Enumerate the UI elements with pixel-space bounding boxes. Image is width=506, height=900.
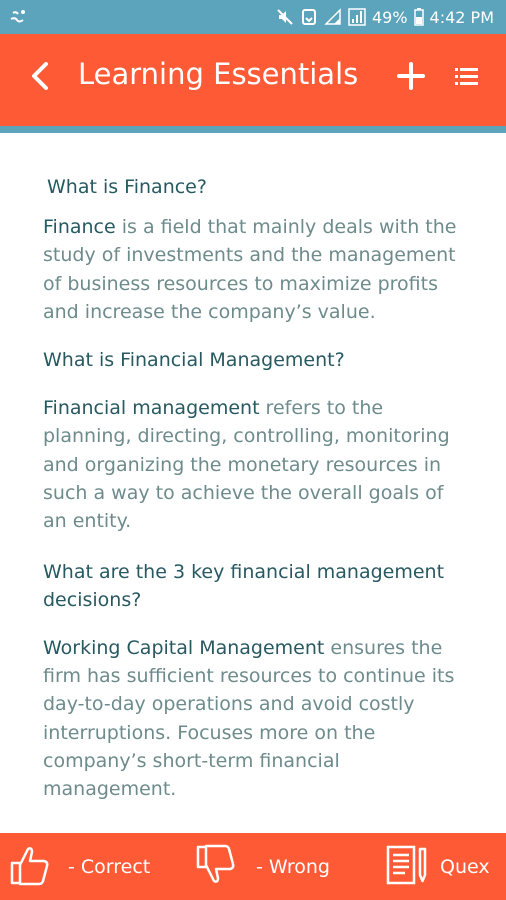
- quex-button[interactable]: Quex: [384, 833, 490, 900]
- bottom-action-bar: - Correct - Wrong Quex: [0, 833, 506, 900]
- term: Finance: [43, 216, 116, 238]
- content-scroll-area[interactable]: What is Finance? Finance is a field that…: [0, 133, 506, 833]
- app-bar-divider: [0, 126, 506, 133]
- back-button[interactable]: [22, 56, 62, 96]
- add-button[interactable]: [393, 58, 429, 94]
- signal-icon: [324, 8, 342, 26]
- answer-paragraph: Financial management refers to the plann…: [43, 394, 466, 535]
- page-title: Learning Essentials: [78, 57, 359, 91]
- plus-icon: [393, 62, 429, 98]
- signal-bars-icon: [348, 8, 366, 26]
- notebook-icon: [384, 843, 432, 891]
- status-bar: 49% 4:42 PM: [0, 0, 506, 34]
- question-heading: What is Financial Management?: [43, 349, 345, 372]
- app-bar: Learning Essentials: [0, 34, 506, 126]
- thumbs-down-icon: [194, 843, 238, 891]
- question-heading: What are the 3 key financial management …: [43, 560, 445, 611]
- battery-percent: 49%: [371, 7, 408, 27]
- status-time: 4:42 PM: [429, 7, 494, 27]
- battery-icon: [413, 8, 424, 26]
- wrong-label: - Wrong: [256, 855, 330, 878]
- definition: ensures the firm has sufficient resource…: [43, 636, 455, 801]
- term: Financial management: [43, 397, 260, 420]
- correct-button[interactable]: - Correct: [8, 833, 150, 900]
- wrong-button[interactable]: - Wrong: [194, 833, 330, 900]
- question-heading: What is Finance?: [47, 176, 207, 198]
- mute-icon: [276, 8, 294, 26]
- answer-paragraph: Finance is a field that mainly deals wit…: [43, 213, 466, 326]
- list-menu-button[interactable]: [452, 62, 482, 92]
- list-icon: [452, 68, 482, 96]
- article: What is Finance? Finance is a field that…: [0, 133, 506, 803]
- status-indicators: 49% 4:42 PM: [276, 0, 494, 34]
- term: Working Capital Management: [43, 636, 325, 659]
- correct-label: - Correct: [68, 855, 151, 878]
- data-saver-icon: [300, 8, 318, 26]
- thumbs-up-icon: [8, 843, 52, 891]
- notification-icon: [8, 7, 28, 27]
- quex-label: Quex: [440, 855, 490, 878]
- answer-paragraph: Working Capital Management ensures the f…: [43, 634, 466, 804]
- back-arrow-icon: [22, 62, 62, 100]
